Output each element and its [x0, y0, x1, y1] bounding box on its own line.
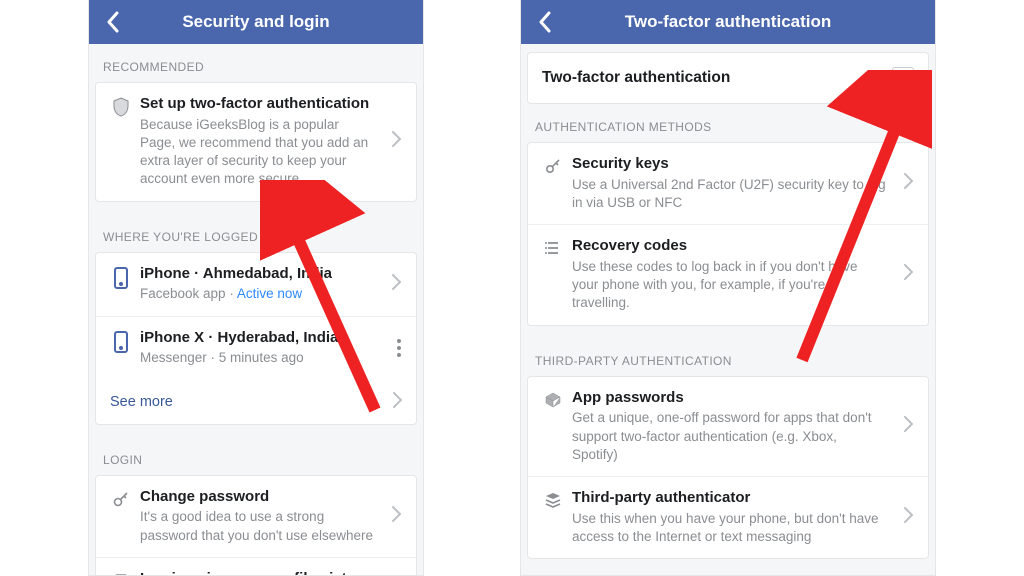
section-header-sessions: WHERE YOU'RE LOGGED IN: [89, 214, 423, 252]
row-title: Set up two-factor authentication: [140, 95, 374, 114]
session-row-1[interactable]: iPhone X · Hyderabad, India Messenger · …: [96, 316, 416, 380]
device-icon: [108, 329, 134, 353]
session-app: Messenger: [140, 350, 207, 365]
app-passwords-row[interactable]: App passwords Get a unique, one-off pass…: [528, 377, 928, 476]
chevron-left-icon: [538, 11, 552, 33]
check-icon: [895, 70, 911, 86]
chevron-right-icon: [392, 506, 406, 527]
2fa-toggle-row[interactable]: Two-factor authentication: [527, 52, 929, 104]
section-header-third-party: THIRD-PARTY AUTHENTICATION: [521, 338, 935, 376]
navbar-2fa: Two-factor authentication: [521, 0, 935, 44]
row-subtitle: It's a good idea to use a strong passwor…: [140, 508, 374, 544]
session-sub: Facebook app · Active now: [140, 285, 374, 303]
row-title: Change password: [140, 488, 374, 507]
chevron-right-icon: [392, 131, 406, 152]
list-icon: [540, 237, 566, 257]
navbar-security: Security and login: [89, 0, 423, 44]
chevron-left-icon: [106, 11, 120, 33]
session-status: Active now: [237, 286, 302, 301]
2fa-checkbox[interactable]: [892, 67, 914, 89]
key-icon: [108, 488, 134, 508]
row-title: App passwords: [572, 389, 886, 408]
page-title: Two-factor authentication: [625, 12, 832, 32]
section-header-login: LOGIN: [89, 437, 423, 475]
row-subtitle: Because iGeeksBlog is a popular Page, we…: [140, 116, 374, 189]
session-app: Facebook app: [140, 286, 226, 301]
shield-icon: [108, 95, 134, 117]
session-time: 5 minutes ago: [219, 350, 304, 365]
row-title: Third-party authenticator: [572, 489, 886, 508]
change-password-row[interactable]: Change password It's a good idea to use …: [96, 476, 416, 557]
package-icon: [540, 389, 566, 409]
session-title: iPhone X · Hyderabad, India: [140, 329, 374, 348]
third-party-auth-row[interactable]: Third-party authenticator Use this when …: [528, 476, 928, 558]
profile-lock-icon: [108, 570, 134, 575]
section-header-methods: AUTHENTICATION METHODS: [521, 104, 935, 142]
session-title: iPhone · Ahmedabad, India: [140, 265, 374, 284]
key-icon: [540, 155, 566, 175]
see-more-label: See more: [110, 394, 173, 410]
profile-login-row[interactable]: Log in using your profile picture: [96, 557, 416, 575]
session-row-0[interactable]: iPhone · Ahmedabad, India Facebook app ·…: [96, 253, 416, 316]
row-title: Recovery codes: [572, 237, 886, 256]
back-button[interactable]: [97, 0, 129, 44]
kebab-menu-icon[interactable]: [392, 339, 406, 357]
chevron-right-icon: [393, 392, 402, 412]
device-icon: [108, 265, 134, 289]
chevron-right-icon: [904, 264, 918, 285]
see-more-button[interactable]: See more: [96, 380, 416, 424]
back-button[interactable]: [529, 0, 561, 44]
section-header-recommended: RECOMMENDED: [89, 44, 423, 82]
chevron-right-icon: [904, 173, 918, 194]
row-subtitle: Use these codes to log back in if you do…: [572, 258, 886, 313]
layers-icon: [540, 489, 566, 509]
recovery-codes-row[interactable]: Recovery codes Use these codes to log ba…: [528, 224, 928, 324]
row-setup-2fa[interactable]: Set up two-factor authentication Because…: [96, 83, 416, 201]
row-subtitle: Use a Universal 2nd Factor (U2F) securit…: [572, 176, 886, 212]
toggle-label: Two-factor authentication: [542, 69, 730, 87]
security-keys-row[interactable]: Security keys Use a Universal 2nd Factor…: [528, 143, 928, 224]
chevron-right-icon: [904, 416, 918, 437]
row-subtitle: Get a unique, one-off password for apps …: [572, 409, 886, 464]
session-sub: Messenger · 5 minutes ago: [140, 349, 374, 367]
row-title: Security keys: [572, 155, 886, 174]
chevron-right-icon: [904, 507, 918, 528]
page-title: Security and login: [182, 12, 329, 32]
chevron-right-icon: [392, 274, 406, 295]
row-title: Log in using your profile picture: [140, 570, 388, 575]
row-subtitle: Use this when you have your phone, but d…: [572, 510, 886, 546]
